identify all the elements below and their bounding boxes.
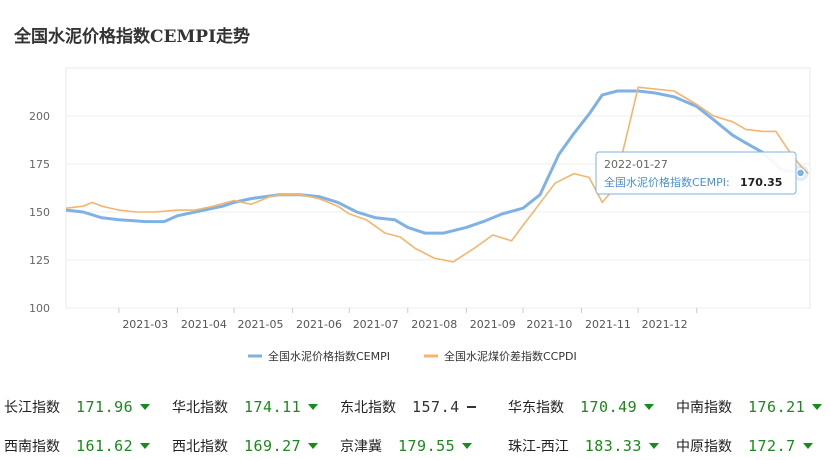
x-tick-label: 2021-10 xyxy=(526,318,572,331)
index-row-1: 长江指数 171.96 华北指数 174.11 东北指数 157.4 华东指数 170.49 中… xyxy=(0,393,830,421)
index-item: 中南指数 176.21 xyxy=(676,393,823,421)
index-value: 157.4 xyxy=(412,398,460,416)
down-arrow-icon xyxy=(140,443,151,449)
price-index-chart: 100 125 150 175 200 2021-03 2021-04 2021-05 2021… xyxy=(29,67,811,363)
tooltip-value: 170.35 xyxy=(740,176,782,189)
index-name: 西北指数 xyxy=(172,439,228,455)
index-item: 西北指数 169.27 xyxy=(172,432,319,460)
tooltip: 2022-01-27 全国水泥价格指数CEMPI: 170.35 xyxy=(595,151,797,195)
index-item: 西南指数 161.62 xyxy=(4,432,151,460)
highlight-point xyxy=(795,168,806,178)
x-tick-label: 2021-12 xyxy=(642,318,688,331)
index-name: 华东指数 xyxy=(508,400,564,416)
legend-label: 全国水泥价格指数CEMPI xyxy=(268,349,390,363)
down-arrow-icon xyxy=(802,443,813,449)
index-value: 183.33 xyxy=(584,437,642,455)
index-name: 华北指数 xyxy=(172,400,228,416)
x-tick-label: 2021-08 xyxy=(411,318,457,331)
index-item: 中原指数 172.7 xyxy=(676,432,813,460)
x-tick-label: 2021-07 xyxy=(353,318,399,331)
down-arrow-icon xyxy=(648,443,659,449)
tooltip-date: 2022-01-27 xyxy=(604,158,668,171)
index-item: 华北指数 174.11 xyxy=(172,393,319,421)
index-name: 西南指数 xyxy=(4,439,60,455)
index-name: 珠江-西江 xyxy=(508,439,569,455)
y-tick-label: 175 xyxy=(29,158,50,171)
down-arrow-icon xyxy=(308,443,319,449)
down-arrow-icon xyxy=(462,443,473,449)
down-arrow-icon xyxy=(644,404,655,410)
index-name: 中原指数 xyxy=(676,439,732,455)
index-value: 171.96 xyxy=(76,398,134,416)
index-value: 176.21 xyxy=(748,398,806,416)
index-value: 174.11 xyxy=(244,398,302,416)
y-tick-label: 200 xyxy=(29,110,50,123)
index-row-2: 西南指数 161.62 西北指数 169.27 京津冀 179.55 珠江-西江 183.33… xyxy=(0,432,830,460)
index-item: 长江指数 171.96 xyxy=(4,393,151,421)
down-arrow-icon xyxy=(812,404,823,410)
x-tick-label: 2021-06 xyxy=(296,318,342,331)
x-tick-label: 2021-05 xyxy=(238,318,284,331)
index-item: 珠江-西江 183.33 xyxy=(508,432,659,460)
index-value: 170.49 xyxy=(580,398,638,416)
index-name: 中南指数 xyxy=(676,400,732,416)
index-value: 179.55 xyxy=(398,437,456,455)
down-arrow-icon xyxy=(140,404,151,410)
index-value: 161.62 xyxy=(76,437,134,455)
x-tick-label: 2021-09 xyxy=(470,318,516,331)
legend-label: 全国水泥煤价差指数CCPDI xyxy=(444,349,577,363)
x-tick-label: 2021-11 xyxy=(585,318,631,331)
y-tick-label: 125 xyxy=(29,254,50,267)
index-item: 华东指数 170.49 xyxy=(508,393,655,421)
x-tick-label: 2021-04 xyxy=(181,318,227,331)
down-arrow-icon xyxy=(308,404,319,410)
index-value: 172.7 xyxy=(748,437,796,455)
index-value: 169.27 xyxy=(244,437,302,455)
index-name: 东北指数 xyxy=(340,400,396,416)
flat-trend-icon xyxy=(466,406,476,408)
index-item: 京津冀 179.55 xyxy=(340,432,473,460)
tooltip-series-label: 全国水泥价格指数CEMPI: xyxy=(604,175,730,189)
index-item: 东北指数 157.4 xyxy=(340,393,476,421)
y-tick-label: 100 xyxy=(29,302,50,315)
index-name: 京津冀 xyxy=(340,439,382,455)
y-tick-label: 150 xyxy=(29,206,50,219)
x-tick-label: 2021-03 xyxy=(122,318,168,331)
index-name: 长江指数 xyxy=(4,400,60,416)
